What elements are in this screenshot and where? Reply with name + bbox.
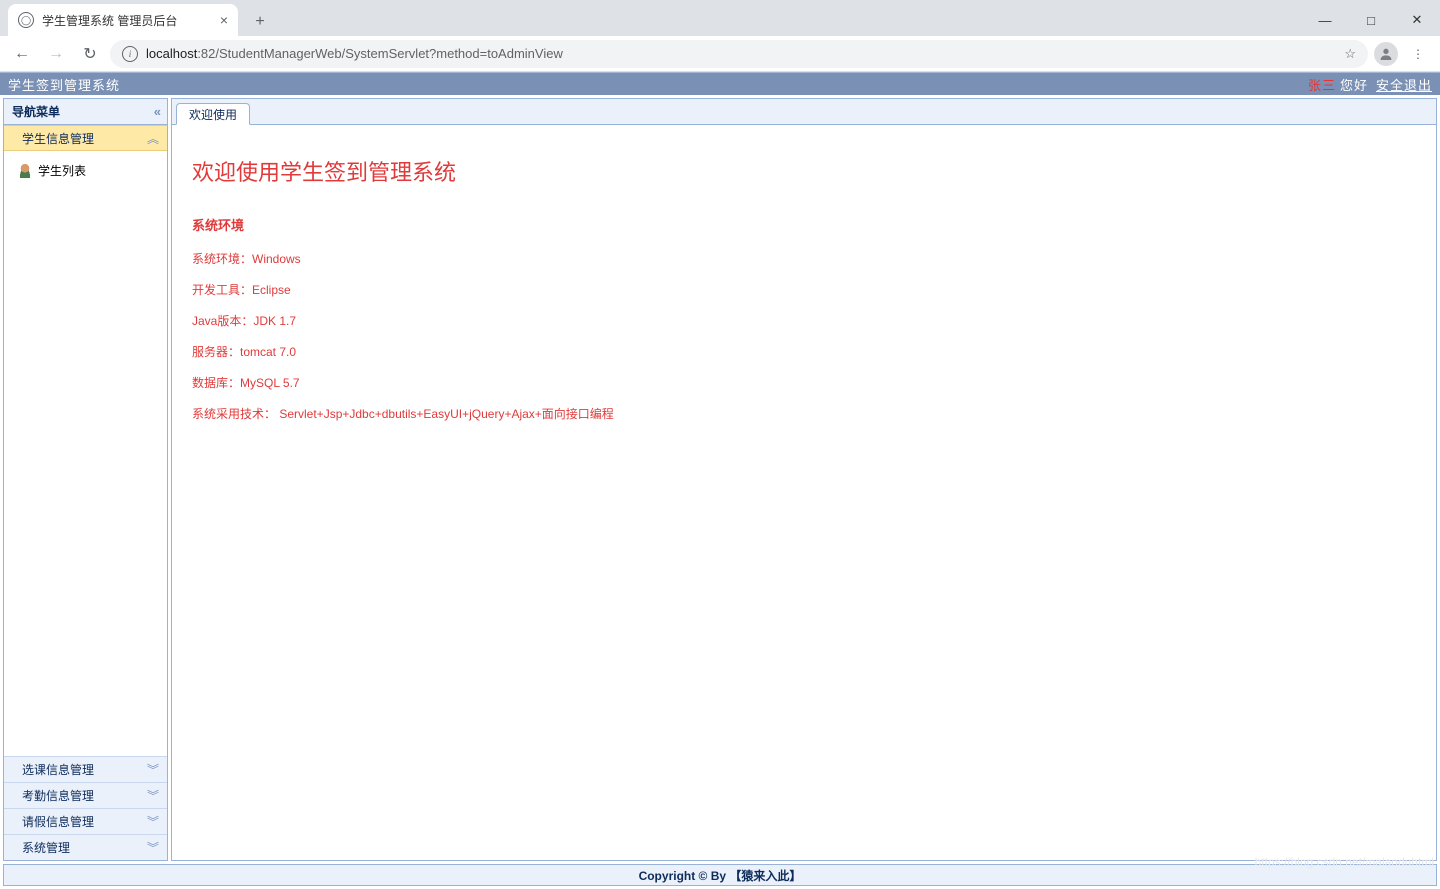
tab-title: 学生管理系统 管理员后台 — [42, 12, 212, 29]
sidebar-group-leave[interactable]: 请假信息管理 — [4, 808, 167, 834]
chevron-down-icon — [147, 839, 157, 856]
user-icon — [18, 164, 32, 178]
close-window-icon[interactable]: ✕ — [1394, 4, 1440, 36]
address-bar[interactable]: i localhost:82/StudentManagerWeb/SystemS… — [110, 40, 1368, 68]
bookmark-icon[interactable]: ☆ — [1344, 46, 1356, 62]
globe-icon: ◯ — [18, 12, 34, 28]
sidebar-header[interactable]: 导航菜单 — [4, 99, 167, 125]
tab-welcome[interactable]: 欢迎使用 — [176, 103, 250, 125]
app-title: 学生签到管理系统 — [8, 75, 120, 94]
current-user: 张三 — [1308, 75, 1336, 94]
sidebar-group-system[interactable]: 系统管理 — [4, 834, 167, 860]
tab-label: 欢迎使用 — [189, 106, 237, 123]
env-line: 开发工具：Eclipse — [192, 281, 1416, 298]
sidebar-group-label: 学生信息管理 — [22, 130, 94, 147]
sidebar: 导航菜单 学生信息管理 学生列表 选课信息管理 — [3, 98, 168, 861]
env-line: 数据库：MySQL 5.7 — [192, 374, 1416, 391]
close-icon[interactable]: × — [220, 12, 228, 28]
browser-toolbar: ← → ↻ i localhost:82/StudentManagerWeb/S… — [0, 36, 1440, 72]
sidebar-title: 导航菜单 — [12, 103, 60, 120]
sidebar-group-student-info[interactable]: 学生信息管理 — [4, 125, 167, 151]
sidebar-group-label: 请假信息管理 — [22, 813, 94, 830]
menu-icon[interactable]: ⋮ — [1404, 40, 1432, 68]
welcome-heading: 欢迎使用学生签到管理系统 — [192, 155, 1416, 187]
site-info-icon[interactable]: i — [122, 46, 138, 62]
chevron-down-icon — [147, 761, 157, 778]
main-content: 欢迎使用学生签到管理系统 系统环境 系统环境：Windows 开发工具：Ecli… — [172, 125, 1436, 860]
sidebar-group-label: 选课信息管理 — [22, 761, 94, 778]
profile-avatar[interactable] — [1374, 42, 1398, 66]
sidebar-group-label: 系统管理 — [22, 839, 70, 856]
sidebar-group-label: 考勤信息管理 — [22, 787, 94, 804]
chevron-up-icon — [147, 130, 157, 147]
sidebar-item-label: 学生列表 — [38, 162, 86, 179]
chevron-down-icon — [147, 813, 157, 830]
reload-button[interactable]: ↻ — [76, 40, 104, 68]
window-controls: — □ ✕ — [1302, 4, 1440, 36]
sidebar-group-body: 学生列表 — [4, 151, 167, 756]
chevron-down-icon — [147, 787, 157, 804]
env-line: 系统环境：Windows — [192, 250, 1416, 267]
footer: Copyright © By 【猿来入此】 — [3, 864, 1437, 886]
maximize-icon[interactable]: □ — [1348, 4, 1394, 36]
app-header: 学生签到管理系统 张三 您好 安全退出 — [0, 73, 1440, 95]
greeting-text: 您好 — [1340, 75, 1368, 94]
logout-link[interactable]: 安全退出 — [1376, 75, 1432, 94]
sidebar-group-attendance[interactable]: 考勤信息管理 — [4, 782, 167, 808]
sidebar-item-student-list[interactable]: 学生列表 — [4, 159, 167, 182]
env-heading: 系统环境 — [192, 215, 1416, 234]
copyright: Copyright © By 【猿来入此】 — [639, 867, 802, 884]
main-panel: 欢迎使用 欢迎使用学生签到管理系统 系统环境 系统环境：Windows 开发工具… — [171, 98, 1437, 861]
url-text: localhost:82/StudentManagerWeb/SystemSer… — [146, 46, 1336, 61]
new-tab-button[interactable]: + — [246, 8, 274, 36]
browser-tab[interactable]: ◯ 学生管理系统 管理员后台 × — [8, 4, 238, 36]
env-line: 系统采用技术： Servlet+Jsp+Jdbc+dbutils+EasyUI+… — [192, 405, 1416, 422]
env-line: Java版本：JDK 1.7 — [192, 312, 1416, 329]
env-line: 服务器：tomcat 7.0 — [192, 343, 1416, 360]
collapse-sidebar-icon[interactable] — [154, 104, 159, 119]
forward-button[interactable]: → — [42, 40, 70, 68]
watermark: https://blog.csdn.net/malaoduhtml — [1255, 855, 1434, 869]
browser-tab-strip: ◯ 学生管理系统 管理员后台 × + — □ ✕ — [0, 0, 1440, 36]
sidebar-group-course[interactable]: 选课信息管理 — [4, 756, 167, 782]
minimize-icon[interactable]: — — [1302, 4, 1348, 36]
back-button[interactable]: ← — [8, 40, 36, 68]
main-tabs: 欢迎使用 — [172, 99, 1436, 125]
